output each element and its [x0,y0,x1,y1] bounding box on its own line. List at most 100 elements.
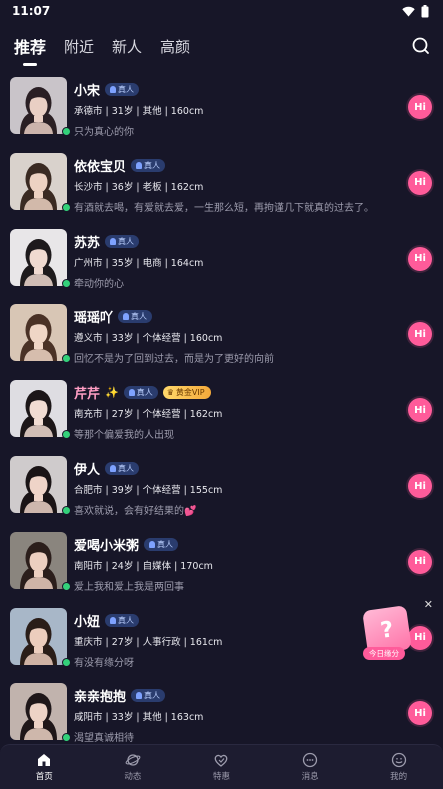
real-person-badge-label: 真人 [157,539,174,549]
user-row[interactable]: 芹芹 ✨ 真人 ♛ 黄金VIP 南充市 | 27岁 | 个体经营 | 162cm … [0,373,443,447]
say-hi-button[interactable]: Hi [408,474,432,498]
online-status-dot [62,354,71,364]
nav-home[interactable]: 首页 [14,752,74,782]
user-name: 苏苏 [74,235,101,251]
avatar[interactable] [10,304,67,362]
avatar[interactable] [10,456,67,513]
user-row[interactable]: 亲亲抱抱 真人 咸阳市 | 33岁 | 其他 | 163cm 渴望真诚相待 Hi [0,676,443,750]
wifi-icon [402,6,415,16]
user-signature: 牵动你的心 [74,278,124,290]
say-hi-button[interactable]: Hi [408,549,432,574]
user-signature: 爱上我和爱上我是两回事 [74,581,184,593]
avatar[interactable] [10,380,67,438]
heart-gift-icon [215,754,228,767]
avatar[interactable] [10,152,67,210]
user-info: 长沙市 | 36岁 | 老板 | 162cm [74,181,204,193]
online-status-dot [62,430,71,440]
avatar[interactable] [10,607,67,665]
fate-gift-label: 今日缘分 [363,647,405,660]
person-icon [110,465,117,472]
real-person-badge-label: 真人 [136,388,153,398]
person-icon [136,161,143,169]
nav-messages[interactable]: 消息 [280,752,340,782]
user-info: 重庆市 | 27岁 | 人事行政 | 161cm [74,636,223,648]
user-name: 爱喝小米粥 [74,538,140,554]
avatar[interactable] [10,683,67,741]
name-line: 小妞 真人 [74,611,140,630]
planet-icon [125,754,141,766]
name-line: 爱喝小米粥 真人 [74,535,179,554]
online-status-dot [62,506,71,515]
person-icon [128,389,135,397]
real-person-badge-label: 真人 [118,615,135,625]
top-tabs: 推荐 附近 新人 高颜 [0,22,443,70]
say-hi-button[interactable]: Hi [408,701,432,726]
avatar[interactable] [10,228,67,286]
tab-new[interactable]: 新人 [112,36,142,57]
real-person-badge: 真人 [118,310,153,324]
tab-nearby[interactable]: 附近 [64,36,94,57]
nav-deals[interactable]: 特惠 [191,752,251,782]
close-icon[interactable]: ✕ [424,598,433,611]
user-name: 小宋 [74,84,101,99]
nav-moments[interactable]: 动态 [103,752,163,782]
user-signature: 只为真心的你 [74,127,134,138]
real-person-badge: 真人 [105,234,140,248]
avatar[interactable] [10,77,67,134]
real-person-badge-label: 真人 [118,85,135,94]
user-name: 瑶瑶吖 [74,311,114,327]
name-line: 依依宝贝 真人 [74,156,166,175]
user-row[interactable]: 爱喝小米粥 真人 南阳市 | 24岁 | 自媒体 | 170cm 爱上我和爱上我… [0,525,443,599]
real-person-badge: 真人 [105,613,140,627]
user-name: 亲亲抱抱 [74,690,127,706]
status-icons [402,4,429,18]
say-hi-button[interactable]: Hi [408,170,432,195]
tab-good-looking[interactable]: 高颜 [160,36,190,57]
online-status-dot [62,657,71,667]
chat-icon [302,752,318,768]
say-hi-button[interactable]: Hi [408,246,432,271]
nav-moments-label: 动态 [124,772,142,782]
user-row[interactable]: 瑶瑶吖 真人 遵义市 | 33岁 | 个体经营 | 160cm 回忆不是为了回到… [0,297,443,371]
vip-badge-label: 黄金VIP [175,388,205,398]
name-line: 芹芹 ✨ 真人 ♛ 黄金VIP [74,383,211,402]
say-hi-button[interactable]: Hi [408,398,432,423]
profile-icon [391,752,406,768]
user-row[interactable]: 小宋 真人 承德市 | 31岁 | 其他 | 160cm 只为真心的你 Hi [0,70,443,144]
nav-profile[interactable]: 我的 [369,752,429,782]
real-person-badge: 真人 [105,462,140,475]
name-line: 小宋 真人 [74,80,140,99]
user-name: 伊人 [74,463,101,478]
battery-icon [421,4,429,17]
name-line: 伊人 真人 [74,459,140,478]
nav-profile-label: 我的 [390,772,408,782]
person-icon [136,692,143,700]
person-icon [110,237,117,245]
user-signature: 有没有缘分呀 [74,657,134,669]
user-info: 南充市 | 27岁 | 个体经营 | 162cm [74,409,223,421]
name-line: 亲亲抱抱 真人 [74,686,166,706]
say-hi-button[interactable]: Hi [408,95,432,119]
user-row[interactable]: 伊人 真人 合肥市 | 39岁 | 个体经营 | 155cm 喜欢就说，会有好结… [0,449,443,523]
user-row[interactable]: 依依宝贝 真人 长沙市 | 36岁 | 老板 | 162cm 有酒就去喝，有爱就… [0,146,443,220]
real-person-badge: 真人 [123,386,158,400]
real-person-badge-label: 真人 [118,464,135,473]
search-icon[interactable] [411,36,431,56]
online-status-dot [62,581,71,591]
name-line: 瑶瑶吖 真人 [74,307,153,327]
user-info: 南阳市 | 24岁 | 自媒体 | 170cm [74,560,213,572]
user-info: 合肥市 | 39岁 | 个体经营 | 155cm [74,485,223,496]
real-person-badge-label: 真人 [131,312,148,322]
real-person-badge-label: 真人 [144,691,161,701]
fate-gift-widget[interactable]: ✕ ? 今日缘分 [362,598,437,662]
say-hi-button[interactable]: Hi [408,322,432,347]
user-row[interactable]: 苏苏 真人 广州市 | 35岁 | 电商 | 164cm 牵动你的心 Hi [0,222,443,296]
avatar[interactable] [10,531,67,589]
real-person-badge: 真人 [131,158,166,172]
status-bar: 11:07 [0,0,443,22]
user-info: 承德市 | 31岁 | 其他 | 160cm [74,106,204,117]
real-person-badge: 真人 [131,689,166,703]
user-signature: 回忆不是为了回到过去，而是为了更好的向前 [74,354,274,366]
tab-recommend[interactable]: 推荐 [14,34,46,58]
user-info: 遵义市 | 33岁 | 个体经营 | 160cm [74,333,223,345]
